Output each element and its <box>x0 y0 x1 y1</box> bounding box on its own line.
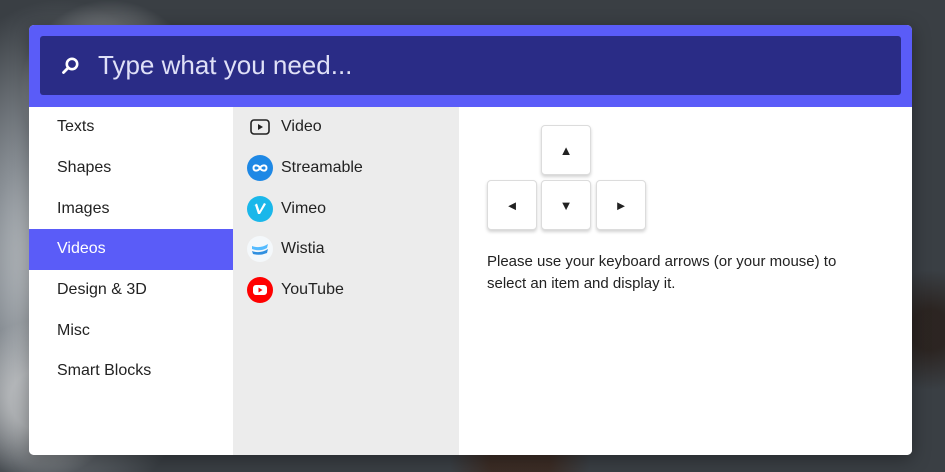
arrow-right-key[interactable]: ► <box>596 180 646 230</box>
video-source-list: Video Streamable Vimeo Wistia YouTube <box>233 107 459 455</box>
search-input[interactable] <box>98 36 901 95</box>
preview-pane: ▲ ◄ ▼ ► Please use your keyboard arrows … <box>459 107 912 455</box>
category-item-images[interactable]: Images <box>29 188 233 229</box>
arrow-down-key[interactable]: ▼ <box>541 180 591 230</box>
search-box[interactable] <box>40 36 901 95</box>
arrow-left-key[interactable]: ◄ <box>487 180 537 230</box>
youtube-icon <box>247 277 273 304</box>
category-label: Design & 3D <box>57 281 147 299</box>
source-item-wistia[interactable]: Wistia <box>233 229 459 270</box>
help-text: Please use your keyboard arrows (or your… <box>487 253 837 292</box>
arrow-right-icon: ► <box>614 197 628 213</box>
search-bar <box>29 25 912 107</box>
source-item-streamable[interactable]: Streamable <box>233 148 459 189</box>
category-label: Images <box>57 199 110 217</box>
category-item-smart-blocks[interactable]: Smart Blocks <box>29 351 233 392</box>
arrow-keys: ▲ ◄ ▼ ► <box>487 125 649 233</box>
video-play-icon <box>247 114 273 140</box>
category-label: Videos <box>57 240 106 258</box>
source-label: YouTube <box>281 281 344 299</box>
category-item-videos[interactable]: Videos <box>29 229 233 270</box>
category-item-misc[interactable]: Misc <box>29 310 233 351</box>
source-item-video[interactable]: Video <box>233 107 459 148</box>
source-item-vimeo[interactable]: Vimeo <box>233 188 459 229</box>
category-label: Misc <box>57 321 90 339</box>
source-label: Video <box>281 118 322 136</box>
category-label: Smart Blocks <box>57 362 152 380</box>
content-area: Texts Shapes Images Videos Design & 3D M… <box>29 107 912 455</box>
category-item-texts[interactable]: Texts <box>29 107 233 148</box>
category-item-design-3d[interactable]: Design & 3D <box>29 270 233 311</box>
arrow-down-icon: ▼ <box>559 197 573 213</box>
arrow-up-icon: ▲ <box>559 142 573 158</box>
source-label: Streamable <box>281 159 363 177</box>
wistia-icon <box>247 236 273 263</box>
arrow-up-key[interactable]: ▲ <box>541 125 591 175</box>
source-item-youtube[interactable]: YouTube <box>233 270 459 311</box>
insert-dialog: Texts Shapes Images Videos Design & 3D M… <box>29 25 912 455</box>
streamable-icon <box>247 155 273 182</box>
category-label: Shapes <box>57 159 112 177</box>
source-label: Vimeo <box>281 199 327 217</box>
search-icon <box>60 56 80 76</box>
source-label: Wistia <box>281 240 325 258</box>
category-list: Texts Shapes Images Videos Design & 3D M… <box>29 107 233 455</box>
category-item-shapes[interactable]: Shapes <box>29 148 233 189</box>
arrow-left-icon: ◄ <box>505 197 519 213</box>
vimeo-icon <box>247 195 273 222</box>
category-label: Texts <box>57 118 95 136</box>
